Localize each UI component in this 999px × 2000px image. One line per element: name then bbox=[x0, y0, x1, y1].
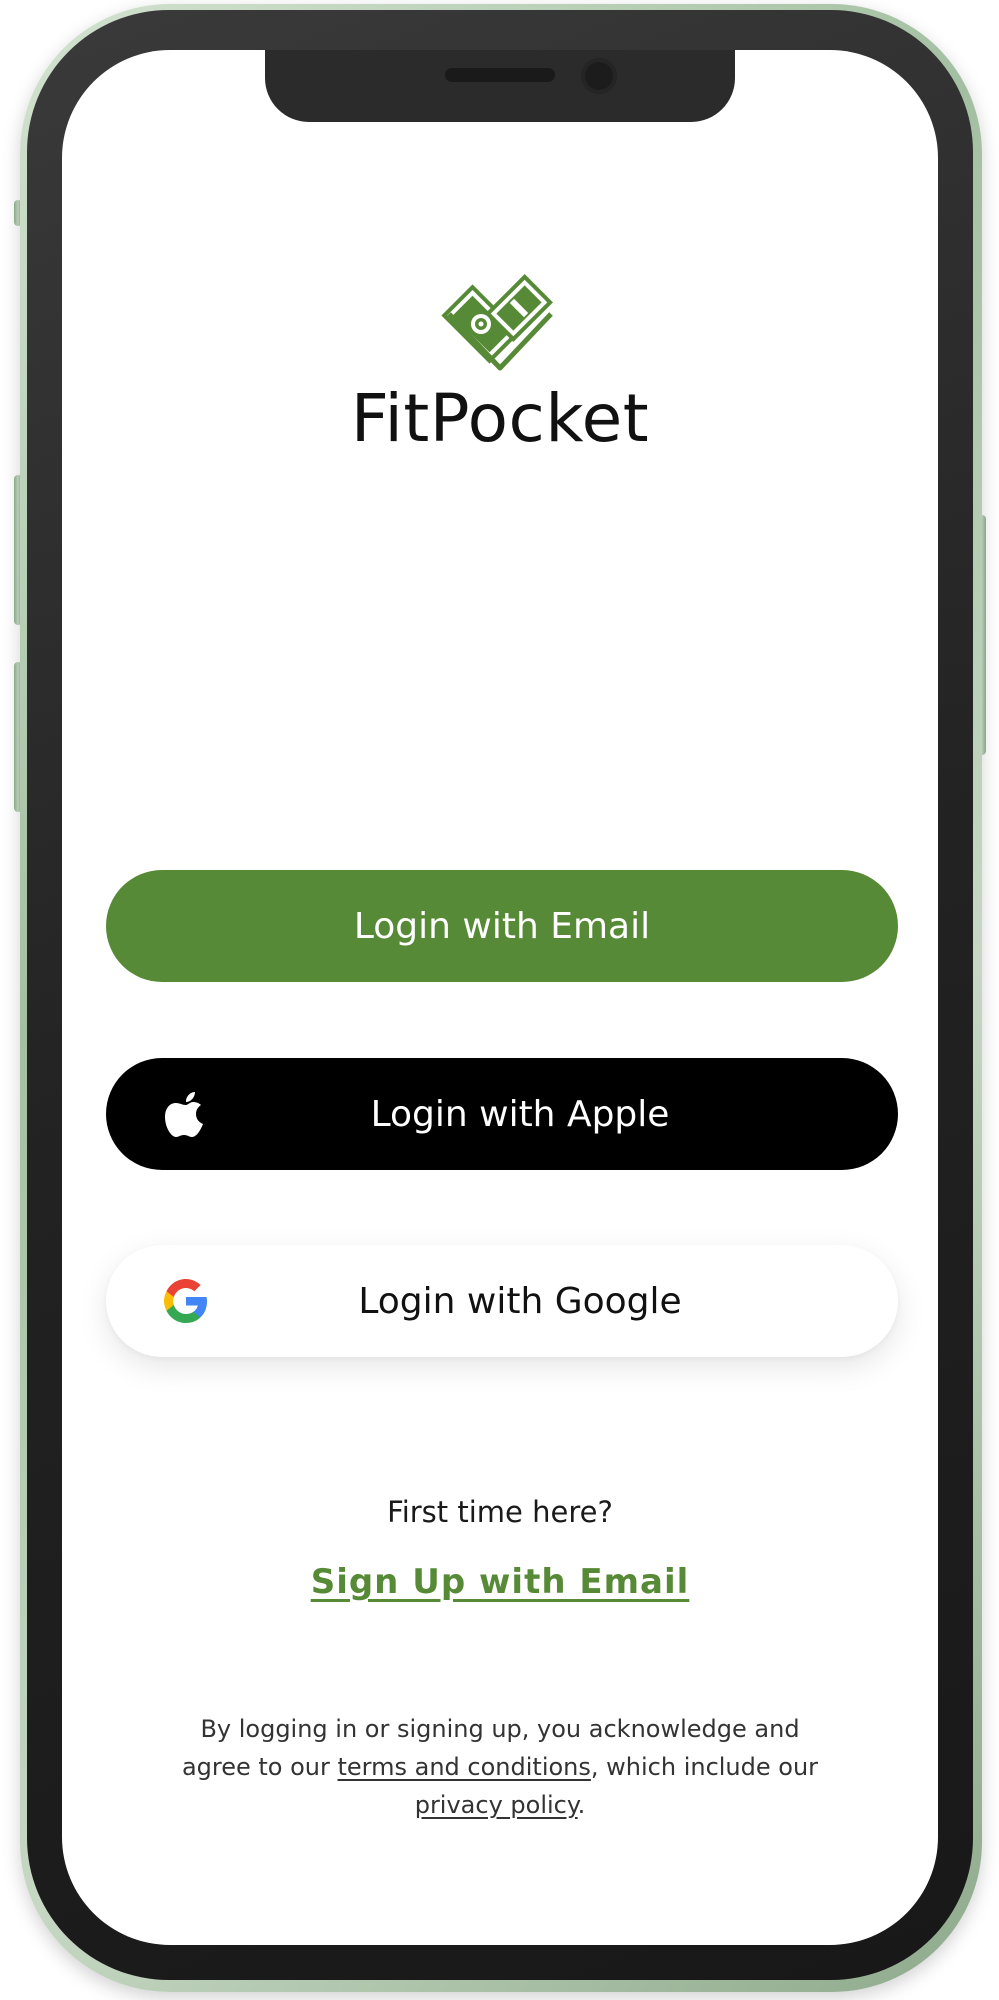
legal-text-3: . bbox=[577, 1791, 586, 1819]
app-title: FitPocket bbox=[350, 380, 650, 457]
google-icon bbox=[164, 1279, 207, 1323]
signup-email-link[interactable]: Sign Up with Email bbox=[62, 1562, 938, 1602]
login-apple-button[interactable]: Login with Apple bbox=[106, 1058, 898, 1170]
login-google-button[interactable]: Login with Google bbox=[106, 1245, 898, 1357]
phone-notch bbox=[265, 50, 735, 122]
login-apple-label: Login with Apple bbox=[370, 1093, 670, 1135]
legal-notice: By logging in or signing up, you acknowl… bbox=[180, 1710, 820, 1824]
login-email-label: Login with Email bbox=[353, 905, 651, 947]
login-email-button[interactable]: Login with Email bbox=[106, 870, 898, 982]
speaker-grille bbox=[445, 68, 555, 82]
apple-icon bbox=[165, 1092, 203, 1137]
money-heart-icon bbox=[441, 274, 553, 371]
first-time-prompt: First time here? bbox=[387, 1495, 613, 1529]
terms-link[interactable]: terms and conditions bbox=[338, 1753, 591, 1781]
phone-screen: FitPocket Login with Email Login with Ap… bbox=[62, 50, 938, 1945]
privacy-link[interactable]: privacy policy bbox=[415, 1791, 578, 1819]
front-camera bbox=[581, 58, 617, 94]
legal-text-2: , which include our bbox=[590, 1753, 819, 1781]
login-google-label: Login with Google bbox=[358, 1280, 682, 1322]
